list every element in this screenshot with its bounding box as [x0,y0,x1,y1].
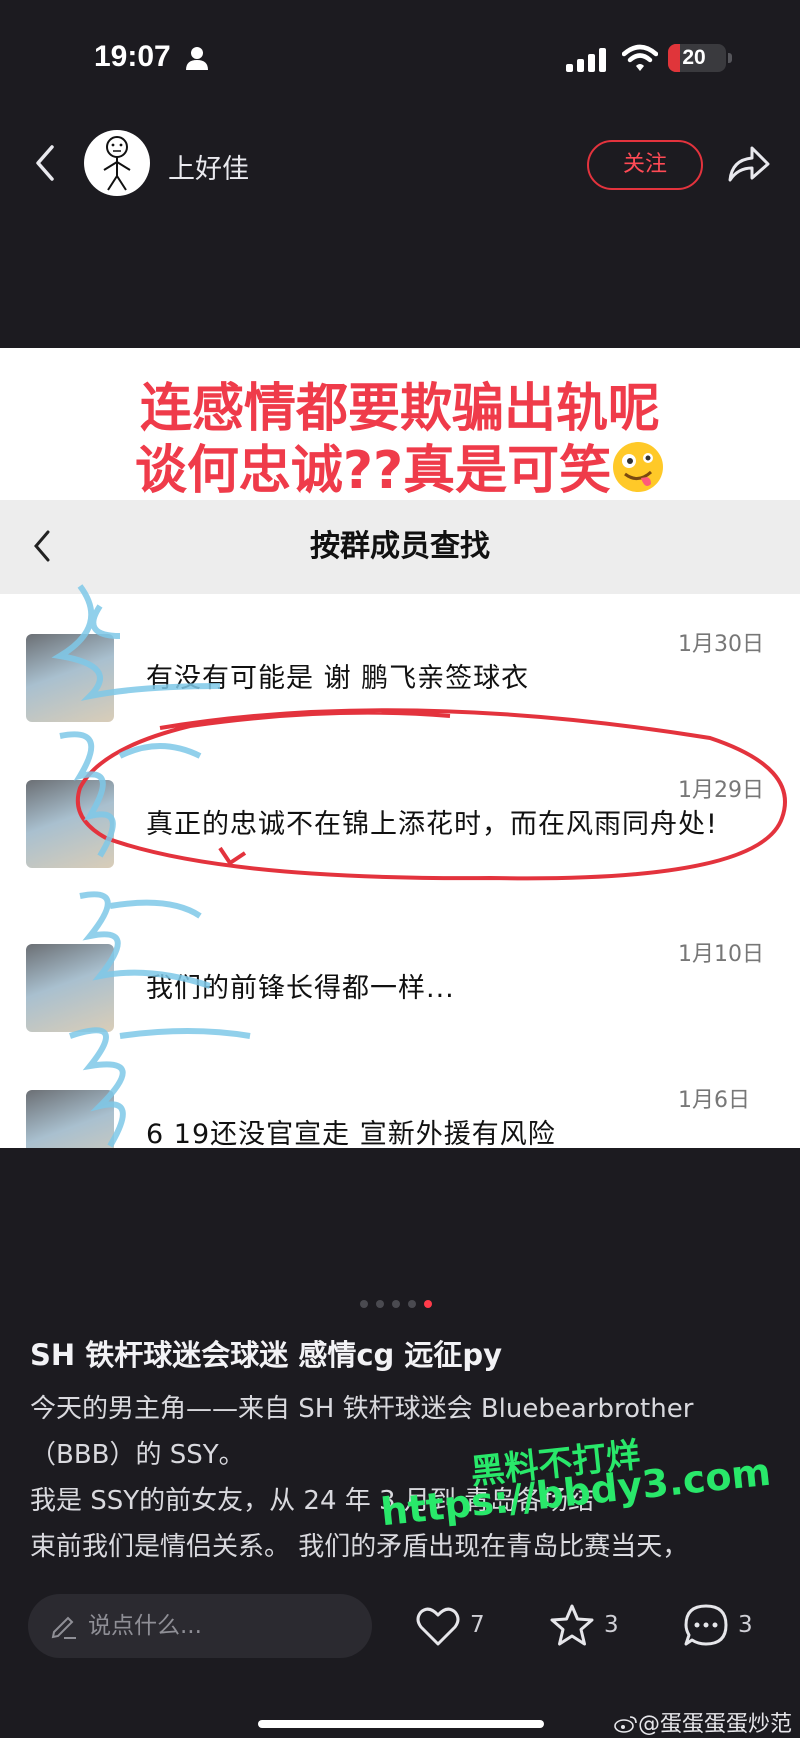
person-icon [186,47,208,70]
heart-icon [416,1607,460,1646]
weibo-credit-text: @蛋蛋蛋蛋炒范 [637,1712,792,1737]
home-indicator[interactable] [258,1720,544,1728]
message-date: 1月30日 [678,632,764,657]
carousel-indicator [360,1300,440,1310]
bottom-action-bar: 说点什么... 7 3 3 @蛋蛋蛋蛋炒范 [0,1572,800,1738]
like-count: 7 [470,1612,485,1638]
star-icon [550,1604,594,1646]
post-image[interactable]: 连感情都要欺骗出轨呢 谈何忠诚??真是可笑 按群成员查找 1月30日 有没有可能… [0,348,800,1148]
back-button[interactable] [30,143,60,183]
comment-placeholder: 说点什么... [88,1613,202,1639]
carousel-dot-active [424,1300,432,1308]
headline-line-2-text: 谈何忠诚??真是可笑 [134,441,612,501]
redaction-scribble [51,584,251,1148]
comment-icon [684,1604,728,1646]
carousel-dot [408,1300,416,1308]
author-name[interactable]: 上好佳 [168,147,249,186]
status-time: 19:07 [94,40,171,73]
comment-count: 3 [738,1612,753,1638]
stick-figure-icon [103,136,131,191]
status-bar: 19:07 20 [0,0,800,110]
battery-cap [728,53,732,63]
signal-icon [566,48,606,72]
battery-percent: 20 [682,46,706,69]
favorite-count: 3 [604,1612,619,1638]
carousel-dot [376,1300,384,1308]
post-body-line: 今天的男主角——来自 SH 铁杆球迷会 Bluebearbrother [30,1394,694,1424]
author-avatar[interactable] [84,130,150,196]
headline-line-1: 连感情都要欺骗出轨呢 [139,379,660,439]
follow-button[interactable]: 关注 [587,140,703,190]
carousel-dot [360,1300,368,1308]
post-title: SH 铁杆球迷会球迷 感情cg 远征py [30,1338,503,1372]
weibo-credit: @蛋蛋蛋蛋炒范 [614,1706,792,1738]
weibo-icon [614,1716,637,1733]
comment-input[interactable]: 说点什么... [28,1594,372,1658]
message-date: 1月6日 [678,1088,750,1113]
message-date: 1月10日 [678,942,764,967]
emoji-icon [613,442,664,492]
pencil-icon [51,1616,76,1639]
wifi-icon [622,44,658,71]
headline-line-2: 谈何忠诚??真是可笑 [0,440,800,502]
share-icon[interactable] [726,144,770,184]
carousel-dot [392,1300,400,1308]
battery-indicator: 20 [668,44,726,72]
image-headline: 连感情都要欺骗出轨呢 谈何忠诚??真是可笑 [0,378,800,502]
